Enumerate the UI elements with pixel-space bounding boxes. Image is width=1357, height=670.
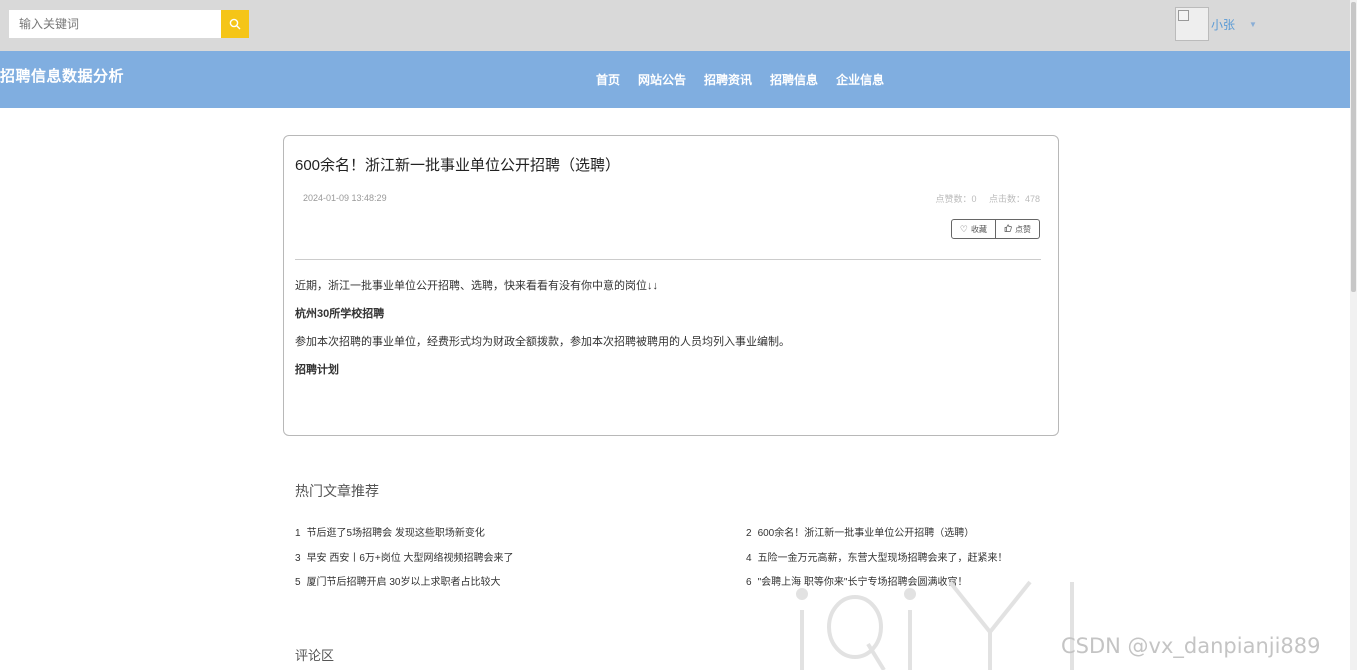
item-number: 1 [295, 528, 301, 539]
user-name[interactable]: 小张 [1211, 16, 1235, 33]
search-icon [229, 18, 241, 30]
thumbs-up-icon [1004, 224, 1012, 234]
item-link[interactable]: 五险一金万元高薪，东营大型现场招聘会来了，赶紧来！ [758, 553, 1008, 564]
article-subheading: 招聘计划 [295, 364, 339, 376]
list-item[interactable]: 4 五险一金万元高薪，东营大型现场招聘会来了，赶紧来！ [746, 549, 1008, 564]
list-item[interactable]: 1 节后逛了5场招聘会 发现这些职场新变化 [295, 524, 485, 539]
nav-menu: 首页 网站公告 招聘资讯 招聘信息 企业信息 [596, 71, 902, 88]
article-subheading: 杭州30所学校招聘 [295, 308, 385, 320]
nav-item-announcements[interactable]: 网站公告 [638, 71, 686, 88]
item-link[interactable]: 早安 西安丨6万+岗位 大型网络视频招聘会来了 [307, 553, 514, 564]
nav-item-companies[interactable]: 企业信息 [836, 71, 884, 88]
item-number: 3 [295, 553, 301, 564]
site-title[interactable]: 招聘信息数据分析 [0, 65, 124, 86]
hot-articles-title: 热门文章推荐 [295, 483, 379, 499]
nav-item-news[interactable]: 招聘资讯 [704, 71, 752, 88]
like-label: 点赞 [1015, 224, 1031, 234]
search-button[interactable] [221, 10, 249, 38]
heart-icon: ♡ [959, 223, 968, 234]
nav-item-home[interactable]: 首页 [596, 71, 620, 88]
article-body: 近期，浙江一批事业单位公开招聘、选聘，快来看看有没有你中意的岗位↓↓ 杭州30所… [295, 278, 1035, 390]
list-item[interactable]: 3 早安 西安丨6万+岗位 大型网络视频招聘会来了 [295, 549, 514, 564]
article-paragraph: 参加本次招聘的事业单位，经费形式均为财政全额拨款，参加本次招聘被聘用的人员均列入… [295, 336, 790, 348]
article-title: 600余名！浙江新一批事业单位公开招聘（选聘） [295, 157, 621, 174]
favorite-button[interactable]: ♡ 收藏 [950, 219, 996, 239]
nav-bar: 招聘信息数据分析 首页 网站公告 招聘资讯 招聘信息 企业信息 [0, 51, 1357, 108]
item-link[interactable]: 600余名！浙江新一批事业单位公开招聘（选聘） [758, 528, 975, 539]
scrollbar-thumb[interactable] [1351, 2, 1356, 292]
caret-down-icon[interactable]: ▼ [1249, 20, 1257, 29]
top-bar: 小张 ▼ [0, 0, 1357, 51]
item-link[interactable]: 厦门节后招聘开启 30岁以上求职者占比较大 [307, 577, 501, 588]
nav-item-jobs[interactable]: 招聘信息 [770, 71, 818, 88]
divider [295, 259, 1041, 260]
item-number: 2 [746, 528, 752, 539]
like-count: 点赞数：0 [935, 194, 977, 204]
csdn-watermark: CSDN @vx_danpianji889 [1061, 634, 1321, 658]
item-number: 4 [746, 553, 752, 564]
user-menu[interactable]: 小张 ▼ [1175, 7, 1257, 41]
comments-title: 评论区 [295, 648, 335, 663]
article-paragraph: 近期，浙江一批事业单位公开招聘、选聘，快来看看有没有你中意的岗位↓↓ [295, 280, 658, 292]
item-number: 6 [746, 577, 752, 588]
click-count: 点击数：478 [988, 194, 1040, 204]
article-actions: ♡ 收藏 点赞 [950, 219, 1040, 239]
search-bar [9, 10, 249, 38]
article-date: 2024-01-09 13:48:29 [303, 193, 387, 203]
article-card: 600余名！浙江新一批事业单位公开招聘（选聘） 2024-01-09 13:48… [283, 135, 1059, 436]
list-item[interactable]: 5 厦门节后招聘开启 30岁以上求职者占比较大 [295, 573, 500, 588]
item-link[interactable]: 节后逛了5场招聘会 发现这些职场新变化 [307, 528, 485, 539]
list-item[interactable]: 2 600余名！浙江新一批事业单位公开招聘（选聘） [746, 524, 974, 539]
article-stats: 点赞数：0 点击数：478 [925, 192, 1040, 205]
item-link[interactable]: "会聘上海 职等你来"长宁专场招聘会圆满收官！ [758, 577, 968, 588]
avatar[interactable] [1175, 7, 1209, 41]
item-number: 5 [295, 577, 301, 588]
search-input[interactable] [9, 10, 221, 38]
page-scrollbar[interactable] [1350, 0, 1357, 670]
like-button[interactable]: 点赞 [996, 219, 1040, 239]
favorite-label: 收藏 [971, 224, 987, 234]
list-item[interactable]: 6 "会聘上海 职等你来"长宁专场招聘会圆满收官！ [746, 573, 967, 588]
